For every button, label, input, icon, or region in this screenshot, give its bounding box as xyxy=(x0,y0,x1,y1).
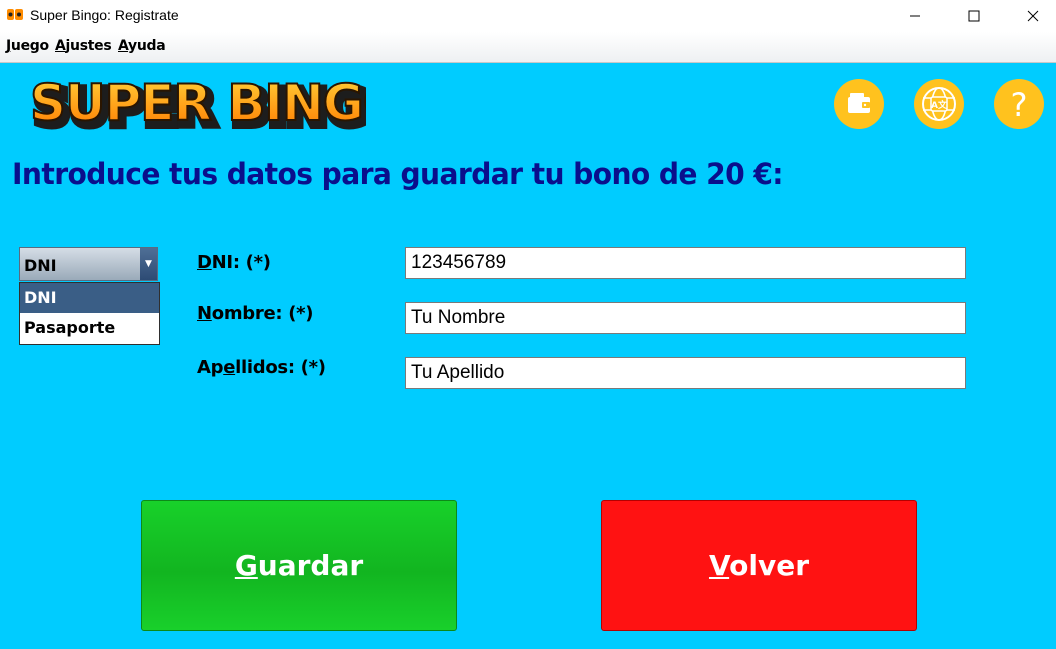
save-button-label: Guardar xyxy=(234,549,364,582)
wallet-icon xyxy=(848,93,870,113)
menu-ajustes[interactable]: Ajustes xyxy=(55,38,112,54)
apellidos-label: Apellidos: (*) xyxy=(197,357,326,378)
document-type-select[interactable]: DNI ▼ xyxy=(19,247,158,281)
help-button[interactable]: ? xyxy=(994,79,1044,129)
form-heading: Introduce tus datos para guardar tu bono… xyxy=(12,157,784,191)
menu-ayuda[interactable]: Ayuda xyxy=(118,38,166,54)
nombre-input[interactable]: Tu Nombre xyxy=(405,302,966,334)
dni-label-text: NI: (*) xyxy=(211,252,271,273)
dni-input[interactable]: 123456789 xyxy=(405,247,966,279)
minimize-icon xyxy=(910,15,920,17)
back-button[interactable]: Volver xyxy=(601,500,917,631)
wallet-button[interactable] xyxy=(834,79,884,129)
back-button-label: Volver xyxy=(708,549,810,582)
maximize-icon xyxy=(968,10,980,22)
save-button[interactable]: Guardar xyxy=(141,500,457,631)
language-button[interactable]: A文 xyxy=(914,79,964,129)
dropdown-option-pasaporte[interactable]: Pasaporte xyxy=(20,313,159,343)
help-icon: ? xyxy=(1011,86,1028,122)
nombre-label: Nombre: (*) xyxy=(197,303,314,324)
main-panel: SUPER BINGO SUPER BINGO A文 ? Introduce t… xyxy=(0,63,1056,649)
dropdown-option-dni[interactable]: DNI xyxy=(20,283,159,313)
close-icon xyxy=(1027,10,1039,22)
apellidos-label-text: llidos: (*) xyxy=(235,357,326,378)
minimize-button[interactable] xyxy=(892,0,938,32)
language-globe-icon: A文 xyxy=(922,87,956,121)
dni-label: DNI: (*) xyxy=(197,252,271,273)
bingo-app-icon xyxy=(7,9,23,20)
super-bingo-logo: SUPER BINGO SUPER BINGO xyxy=(29,73,366,137)
document-type-dropdown: DNI Pasaporte xyxy=(19,282,160,345)
svg-text:?: ? xyxy=(1011,86,1028,122)
maximize-button[interactable] xyxy=(951,0,997,32)
document-type-value: DNI xyxy=(24,256,57,275)
nombre-label-text: ombre: (*) xyxy=(211,303,314,324)
apellidos-input[interactable]: Tu Apellido xyxy=(405,357,966,389)
svg-text:A文: A文 xyxy=(931,99,948,111)
menu-juego[interactable]: Juego xyxy=(6,38,49,54)
svg-text:SUPER BINGO: SUPER BINGO xyxy=(30,74,366,132)
title-bar: Super Bingo: Registrate xyxy=(0,0,1056,32)
menu-bar: Juego Ajustes Ayuda xyxy=(0,32,1056,63)
chevron-down-icon[interactable]: ▼ xyxy=(140,248,157,280)
close-button[interactable] xyxy=(1010,0,1056,32)
window-title: Super Bingo: Registrate xyxy=(30,7,179,23)
